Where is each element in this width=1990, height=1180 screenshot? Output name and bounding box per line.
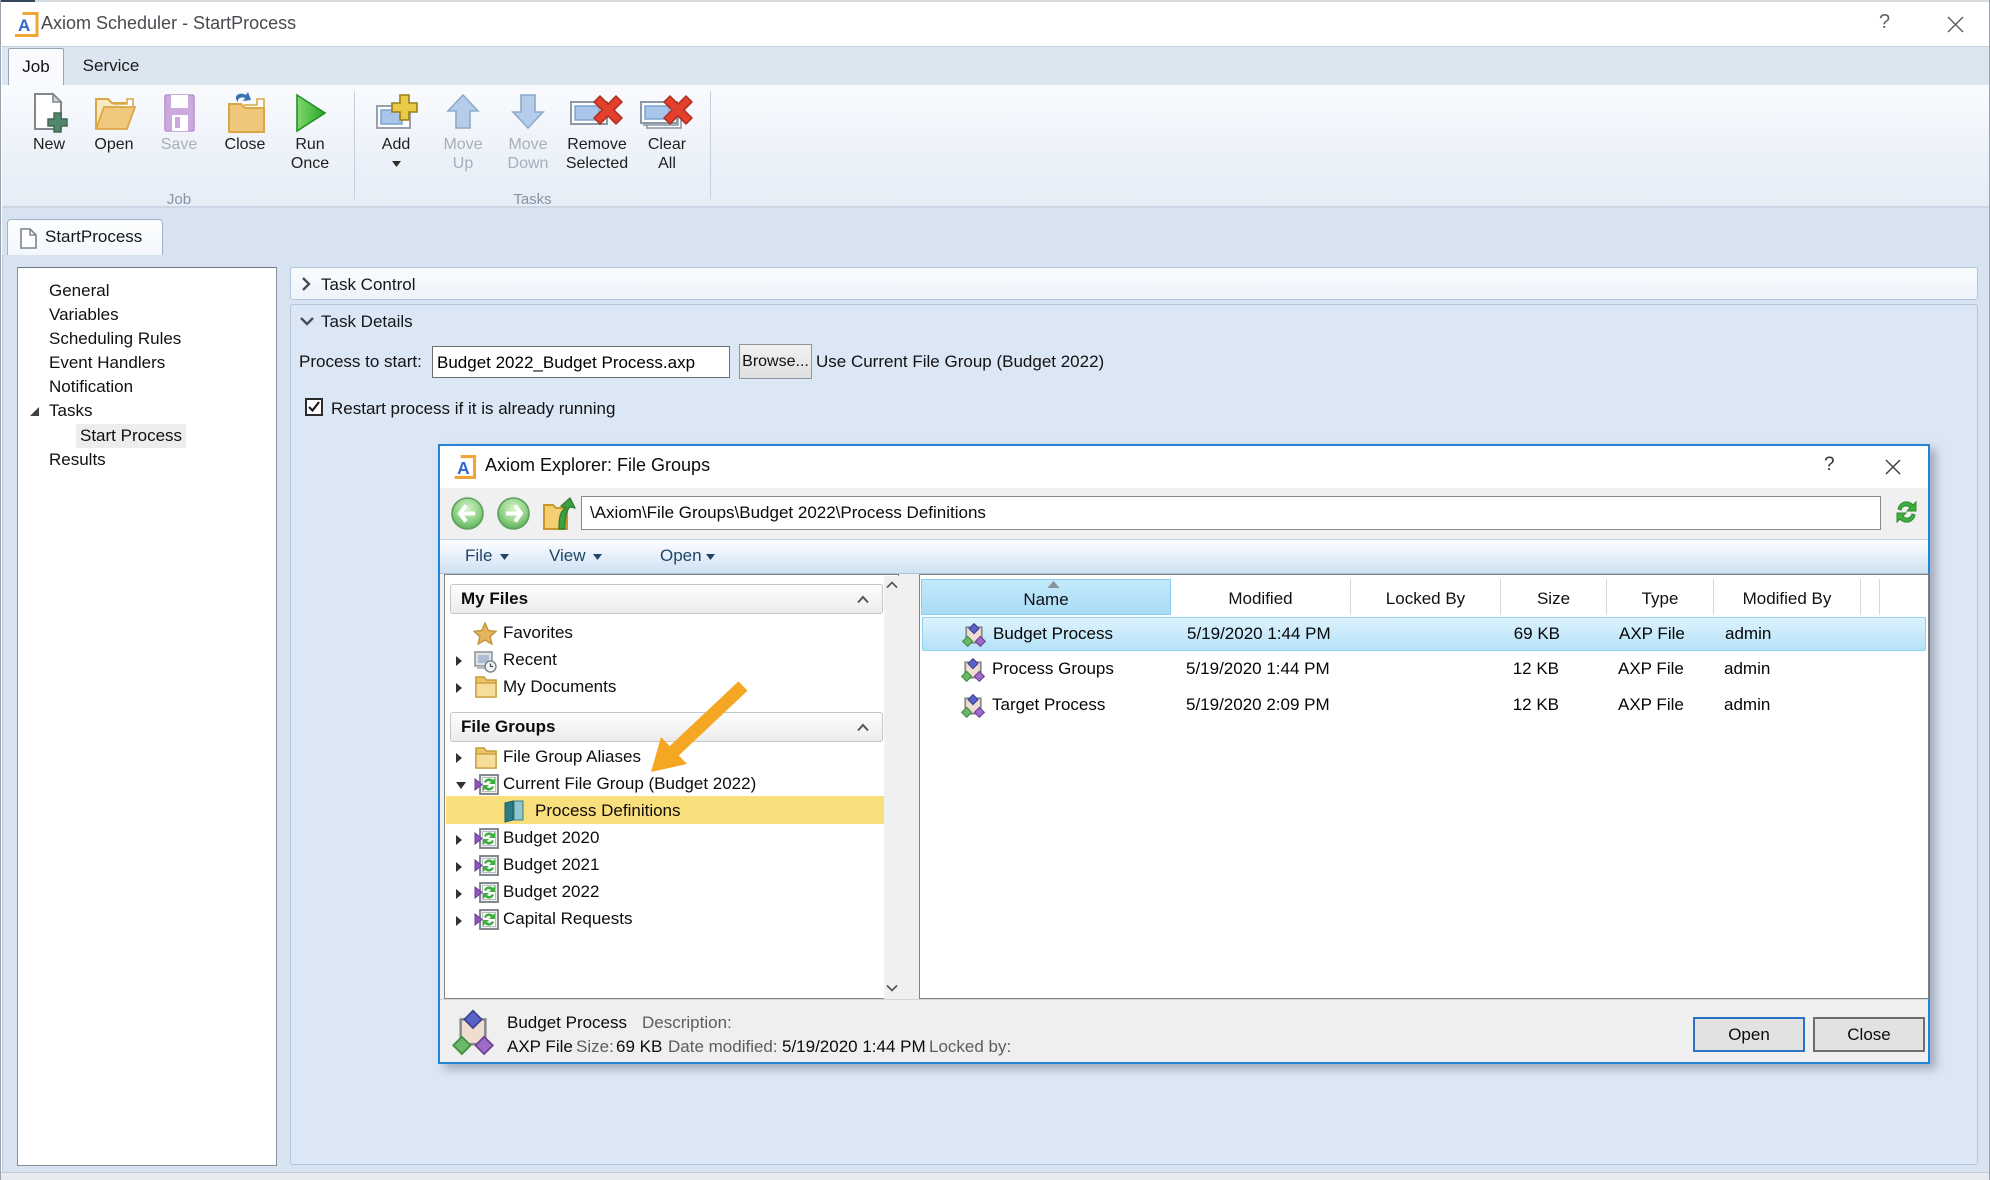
svg-text:A: A (18, 16, 30, 35)
svg-text:A: A (457, 458, 470, 478)
